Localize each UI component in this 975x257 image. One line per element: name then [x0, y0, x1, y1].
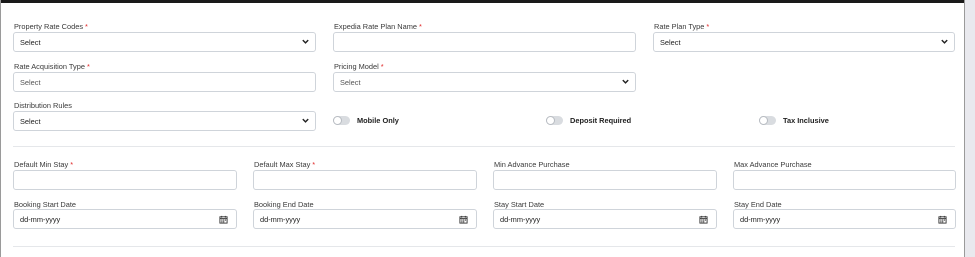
booking-start-date-placeholder: dd-mm-yyyy: [20, 215, 61, 224]
required-marker: *: [419, 22, 422, 31]
stay-end-date-label: Stay End Date: [734, 200, 782, 209]
stay-start-date-input[interactable]: dd-mm-yyyy: [493, 209, 717, 229]
expedia-rate-plan-name-label: Expedia Rate Plan Name *: [334, 22, 422, 31]
expedia-rate-plan-name-input[interactable]: [333, 32, 636, 52]
toggle-knob: [333, 116, 342, 125]
scrollbar-track[interactable]: [965, 0, 975, 257]
default-max-stay-label: Default Max Stay *: [254, 160, 316, 169]
stay-start-date-placeholder: dd-mm-yyyy: [500, 215, 541, 224]
booking-end-date-input[interactable]: dd-mm-yyyy: [253, 209, 477, 229]
booking-start-date-input[interactable]: dd-mm-yyyy: [13, 209, 237, 229]
calendar-icon[interactable]: [219, 215, 228, 224]
booking-end-date-label: Booking End Date: [254, 200, 314, 209]
deposit-required-toggle[interactable]: [546, 116, 563, 125]
required-marker: *: [380, 62, 384, 71]
distribution-rules-select[interactable]: Select: [13, 111, 316, 131]
rate-acquisition-type-value: Select: [20, 78, 41, 87]
distribution-rules-value: Select: [20, 117, 41, 126]
distribution-rules-label: Distribution Rules: [14, 101, 72, 110]
rate-plan-type-value: Select: [660, 38, 681, 47]
section-divider: [13, 146, 955, 147]
calendar-icon[interactable]: [699, 215, 708, 224]
property-rate-codes-select[interactable]: Select: [13, 32, 316, 52]
toggle-knob: [546, 116, 555, 125]
section-divider: [13, 246, 955, 247]
pricing-model-select[interactable]: Select: [333, 72, 636, 92]
max-advance-purchase-input[interactable]: [733, 170, 956, 190]
tax-inclusive-label: Tax Inclusive: [783, 116, 829, 125]
stay-start-date-label: Stay Start Date: [494, 200, 545, 209]
required-marker: *: [85, 22, 88, 31]
calendar-icon[interactable]: [459, 215, 468, 224]
mobile-only-toggle[interactable]: [333, 116, 350, 125]
calendar-icon[interactable]: [938, 215, 947, 224]
max-advance-purchase-label: Max Advance Purchase: [734, 160, 812, 169]
chevron-down-icon: [941, 39, 948, 44]
deposit-required-label: Deposit Required: [570, 116, 632, 125]
default-max-stay-input[interactable]: [253, 170, 477, 190]
frame-border-left: [0, 0, 1, 257]
required-marker: *: [706, 22, 710, 31]
booking-end-date-placeholder: dd-mm-yyyy: [260, 215, 301, 224]
default-min-stay-input[interactable]: [13, 170, 237, 190]
chevron-down-icon: [622, 79, 629, 84]
chevron-down-icon: [302, 39, 309, 44]
tax-inclusive-toggle[interactable]: [759, 116, 776, 125]
top-edge-bar: [0, 0, 965, 3]
pricing-model-value: Select: [340, 78, 361, 87]
chevron-down-icon: [302, 118, 309, 123]
stay-end-date-input[interactable]: dd-mm-yyyy: [733, 209, 956, 229]
required-marker: *: [312, 160, 316, 169]
booking-start-date-label: Booking Start Date: [14, 200, 77, 209]
rate-acquisition-type-select[interactable]: Select: [13, 72, 316, 92]
required-marker: *: [70, 160, 74, 169]
property-rate-codes-label: Property Rate Codes *: [14, 22, 88, 31]
rate-acquisition-type-label: Rate Acquisition Type *: [14, 62, 90, 71]
min-advance-purchase-label: Min Advance Purchase: [494, 160, 570, 169]
mobile-only-label: Mobile Only: [357, 116, 399, 125]
min-advance-purchase-input[interactable]: [493, 170, 717, 190]
required-marker: *: [86, 62, 90, 71]
property-rate-codes-value: Select: [20, 38, 41, 47]
stay-end-date-placeholder: dd-mm-yyyy: [740, 215, 781, 224]
rate-plan-type-select[interactable]: Select: [653, 32, 955, 52]
pricing-model-label: Pricing Model *: [334, 62, 384, 71]
toggle-knob: [759, 116, 768, 125]
default-min-stay-label: Default Min Stay *: [14, 160, 74, 169]
rate-plan-type-label: Rate Plan Type *: [654, 22, 710, 31]
